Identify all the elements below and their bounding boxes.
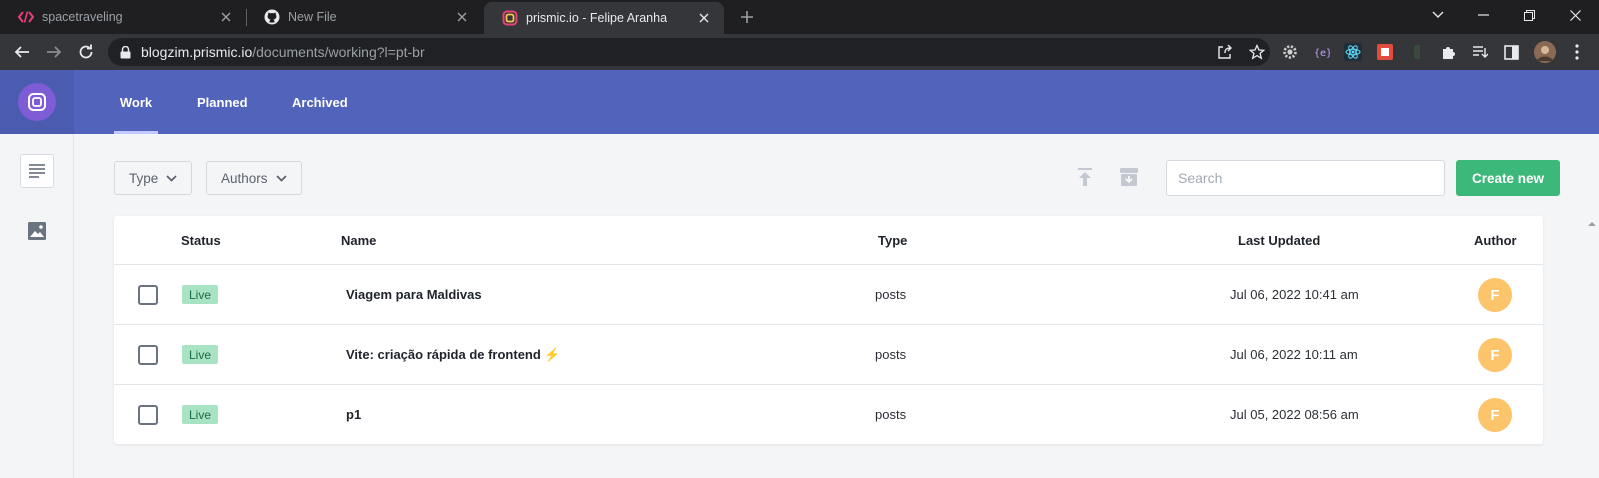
sidebar	[0, 134, 74, 478]
logo-area	[0, 70, 74, 134]
document-type: posts	[875, 287, 907, 302]
row-checkbox[interactable]	[138, 285, 158, 305]
table-row[interactable]: Live Vite: criação rápida de frontend ⚡ …	[114, 325, 1543, 385]
status-badge: Live	[182, 285, 219, 304]
url-path: /documents/working?l=pt-br	[252, 44, 425, 60]
authors-filter-label: Authors	[221, 170, 268, 186]
chevron-down-icon	[166, 174, 177, 182]
share-icon[interactable]	[1216, 43, 1234, 61]
avatar: F	[1478, 398, 1512, 432]
profile-avatar-icon[interactable]	[1534, 41, 1556, 63]
column-type[interactable]: Type	[878, 216, 907, 265]
avatar: F	[1478, 338, 1512, 372]
url-text: blogzim.prismic.io/documents/working?l=p…	[141, 44, 425, 60]
tab-archived[interactable]: Archived	[292, 70, 348, 134]
document-type: posts	[875, 407, 907, 422]
forward-arrow-icon[interactable]	[42, 40, 66, 64]
type-filter-dropdown[interactable]: Type	[114, 161, 193, 195]
column-status[interactable]: Status	[181, 216, 221, 265]
tab-work[interactable]: Work	[114, 70, 158, 134]
scroll-up-arrow-icon[interactable]	[1585, 219, 1599, 229]
prismic-icon	[502, 10, 518, 26]
svg-text:{e}: {e}	[1314, 48, 1330, 58]
column-last-updated[interactable]: Last Updated	[1238, 216, 1320, 265]
chrome-menu-icon[interactable]	[1568, 43, 1586, 61]
close-tab-icon[interactable]	[454, 9, 470, 25]
row-checkbox[interactable]	[138, 345, 158, 365]
browser-toolbar: blogzim.prismic.io/documents/working?l=p…	[0, 34, 1599, 70]
close-tab-icon[interactable]	[218, 9, 234, 25]
browser-tab-prismic[interactable]: prismic.io - Felipe Aranha	[484, 2, 724, 34]
documents-table: Status Name Type Last Updated Author Liv…	[114, 216, 1543, 444]
authors-filter-dropdown[interactable]: Authors	[206, 161, 302, 195]
close-window-icon[interactable]	[1552, 0, 1598, 30]
dark-extension-icon[interactable]	[1408, 43, 1426, 61]
browser-tab-strip: spacetraveling New File prismic.io - Fel…	[0, 0, 1599, 34]
github-icon	[264, 9, 280, 25]
prismic-logo-icon[interactable]	[18, 83, 56, 121]
address-bar[interactable]: blogzim.prismic.io/documents/working?l=p…	[108, 38, 1270, 66]
tab-title: New File	[288, 10, 337, 24]
table-row[interactable]: Live p1 posts Jul 05, 2022 08:56 am F	[114, 385, 1543, 445]
last-updated: Jul 06, 2022 10:41 am	[1230, 287, 1359, 302]
document-name[interactable]: p1	[346, 385, 361, 444]
lock-icon	[120, 45, 131, 59]
page-scrollbar[interactable]	[1585, 216, 1599, 478]
type-filter-label: Type	[129, 170, 159, 186]
restore-icon[interactable]	[1506, 0, 1552, 30]
reading-list-icon[interactable]	[1471, 43, 1489, 61]
publish-icon[interactable]	[1072, 164, 1098, 190]
new-tab-button[interactable]	[736, 6, 758, 28]
browser-tab-new-file[interactable]: New File	[246, 0, 482, 34]
column-author[interactable]: Author	[1474, 216, 1517, 265]
row-checkbox[interactable]	[138, 405, 158, 425]
side-panel-icon[interactable]	[1502, 43, 1520, 61]
tab-search-icon[interactable]	[1415, 0, 1461, 30]
last-updated: Jul 06, 2022 10:11 am	[1230, 347, 1358, 362]
chevron-down-icon	[275, 174, 287, 182]
browser-tab-spacetraveling[interactable]: spacetraveling	[0, 0, 246, 34]
url-host: blogzim.prismic.io	[141, 44, 253, 60]
extensions-puzzle-icon[interactable]	[1440, 43, 1458, 61]
minimize-icon[interactable]	[1460, 0, 1506, 30]
document-name[interactable]: Viagem para Maldivas	[346, 265, 482, 324]
tab-planned[interactable]: Planned	[197, 70, 248, 134]
avatar: F	[1478, 278, 1512, 312]
media-library-icon[interactable]	[20, 214, 54, 248]
code-icon	[18, 9, 34, 25]
document-type: posts	[875, 347, 907, 362]
table-row[interactable]: Live Viagem para Maldivas posts Jul 06, …	[114, 265, 1543, 325]
create-new-button[interactable]: Create new	[1456, 160, 1560, 196]
search-input[interactable]	[1166, 160, 1445, 196]
back-arrow-icon[interactable]	[10, 40, 34, 64]
table-header: Status Name Type Last Updated Author	[114, 216, 1543, 265]
archive-icon[interactable]	[1116, 164, 1142, 190]
red-extension-icon[interactable]	[1376, 43, 1394, 61]
reload-icon[interactable]	[74, 40, 98, 64]
bookmark-star-icon[interactable]	[1248, 43, 1266, 61]
app-header: Work Planned Archived	[0, 70, 1599, 134]
documents-icon[interactable]	[20, 154, 54, 188]
document-name[interactable]: Vite: criação rápida de frontend ⚡	[346, 325, 561, 384]
last-updated: Jul 05, 2022 08:56 am	[1230, 407, 1359, 422]
settings-gear-extension-icon[interactable]	[1281, 43, 1299, 61]
tab-title: spacetraveling	[42, 10, 123, 24]
tab-title: prismic.io - Felipe Aranha	[526, 11, 668, 25]
status-badge: Live	[182, 405, 219, 424]
status-badge: Live	[182, 345, 219, 364]
json-viewer-extension-icon[interactable]: {e}	[1313, 43, 1331, 61]
column-name[interactable]: Name	[341, 216, 376, 265]
close-tab-icon[interactable]	[696, 10, 712, 26]
react-devtools-icon[interactable]	[1344, 43, 1362, 61]
